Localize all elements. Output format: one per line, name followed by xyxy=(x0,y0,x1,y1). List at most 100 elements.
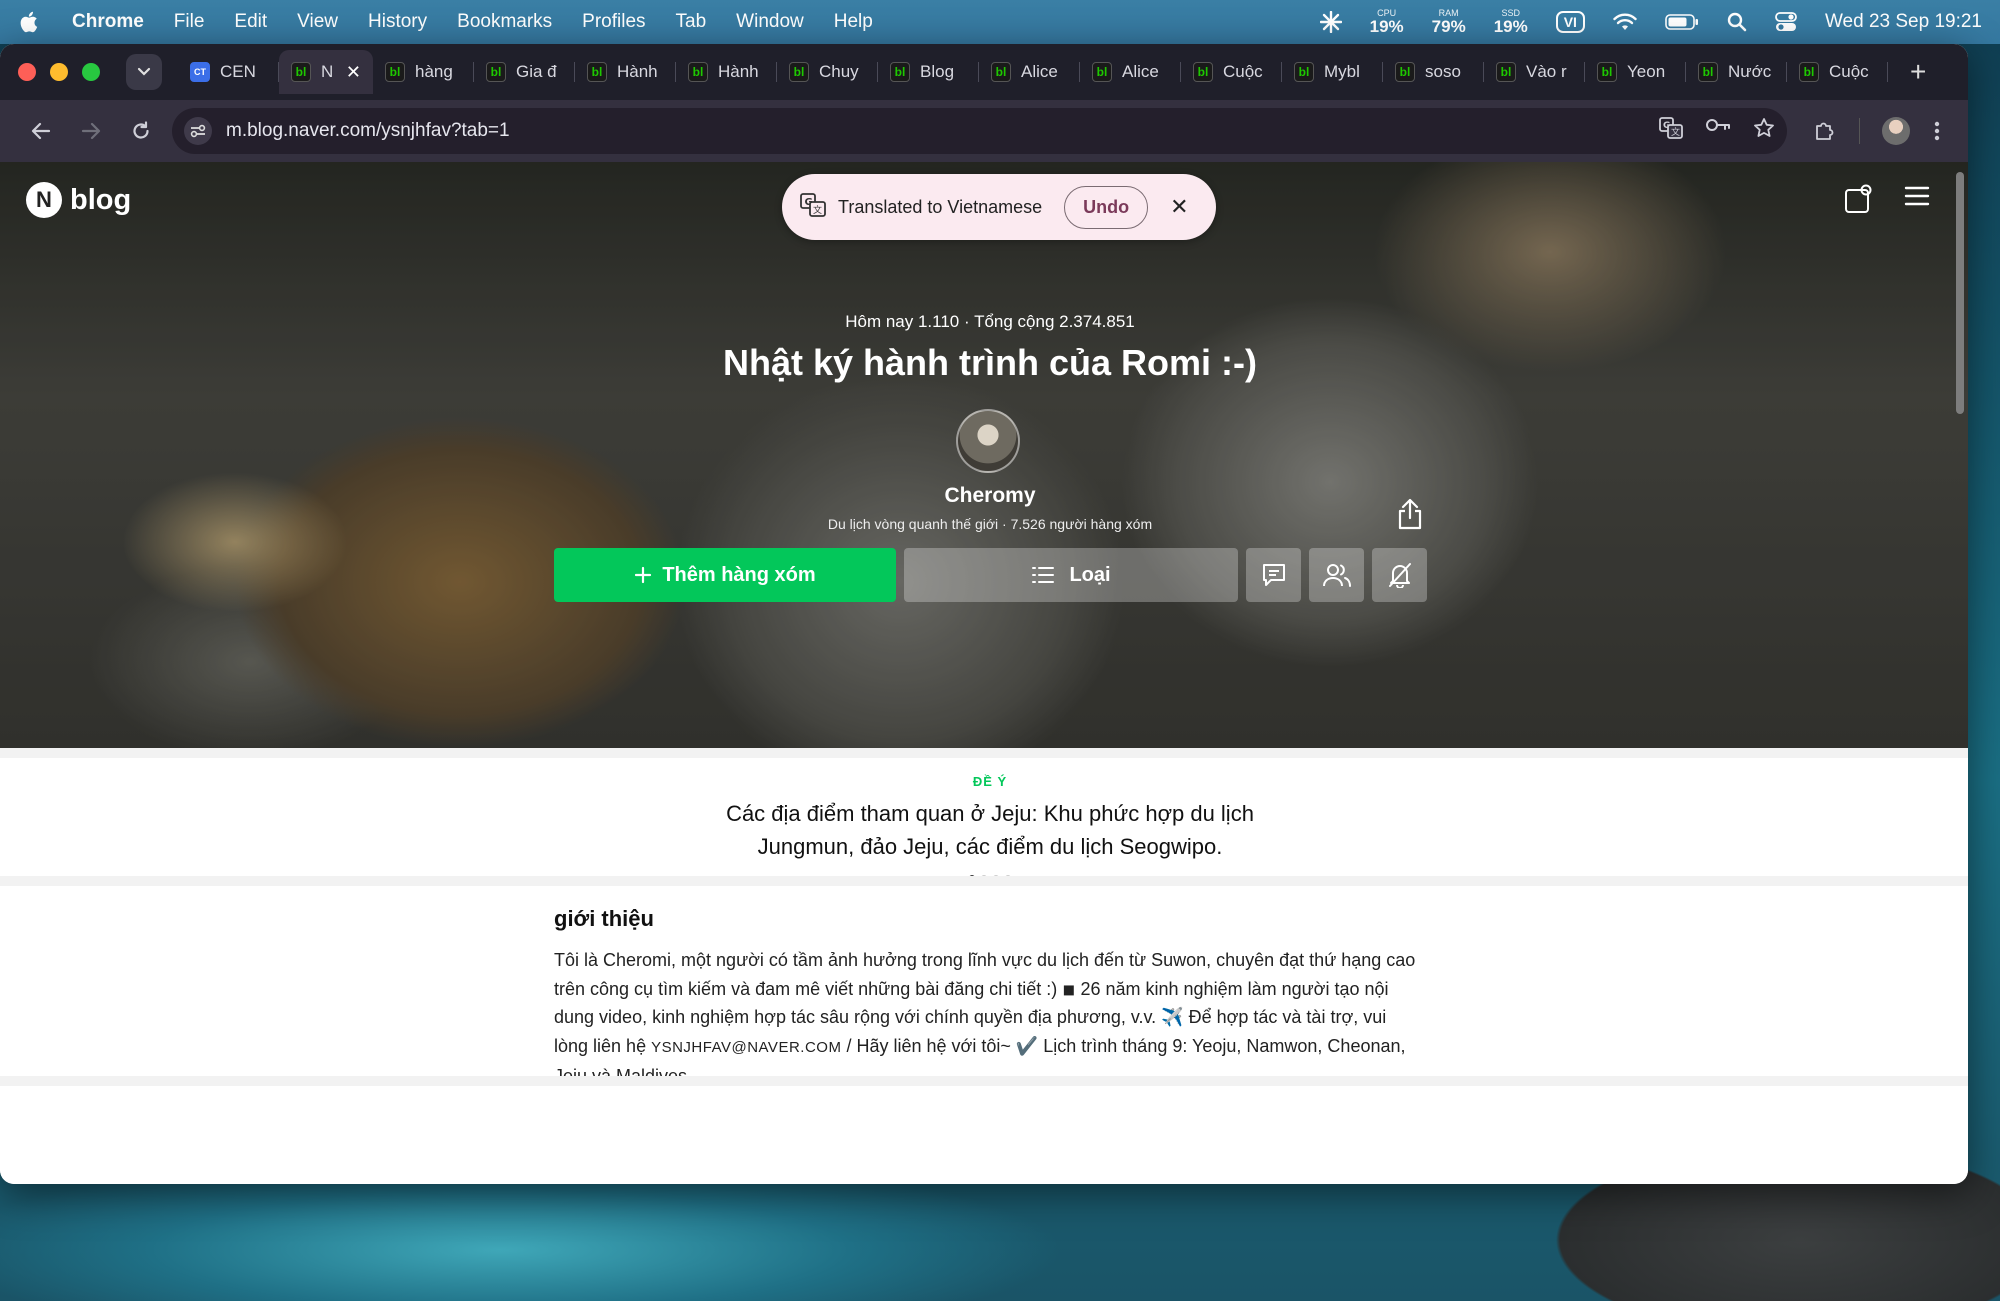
translate-icon[interactable]: G文 xyxy=(1659,117,1683,145)
browser-tab[interactable]: bl Vào r xyxy=(1484,50,1585,94)
sparkle-icon[interactable] xyxy=(1319,11,1342,33)
profile-actions: Thêm hàng xóm Loại xyxy=(554,548,1427,602)
forward-button[interactable] xyxy=(66,111,116,151)
translate-popup-icon: G文 xyxy=(800,192,826,222)
ram-stat[interactable]: RAM 79% xyxy=(1431,9,1466,36)
naver-n-icon: N xyxy=(26,182,62,218)
naver-blog-logo[interactable]: N blog xyxy=(26,182,131,218)
browser-tab[interactable]: bl Nước xyxy=(1686,50,1787,94)
tab-title: Alice xyxy=(1122,62,1159,81)
arrow-right-icon xyxy=(81,122,101,140)
browser-tab[interactable]: bl Yeon xyxy=(1585,50,1686,94)
section-divider xyxy=(0,748,1968,758)
menu-app-name[interactable]: Chrome xyxy=(72,11,144,33)
section-divider xyxy=(0,1076,1968,1086)
tab-title: CEN xyxy=(220,62,256,81)
tab-close-icon[interactable]: ✕ xyxy=(346,62,361,83)
new-tab-button[interactable]: + xyxy=(1910,56,1926,88)
browser-tab[interactable]: bl Hành xyxy=(676,50,777,94)
visitor-stats: Hôm nay 1.110 · Tổng cộng 2.374.851 xyxy=(845,312,1135,331)
back-button[interactable] xyxy=(16,111,66,151)
menu-tab[interactable]: Tab xyxy=(676,11,707,33)
password-key-icon[interactable] xyxy=(1705,117,1731,145)
menu-bookmarks[interactable]: Bookmarks xyxy=(457,11,552,33)
browser-tab[interactable]: bl Cuộc xyxy=(1787,50,1888,94)
spotlight-search-icon[interactable] xyxy=(1727,12,1747,32)
menu-window[interactable]: Window xyxy=(736,11,804,33)
category-button[interactable]: Loại xyxy=(904,548,1238,602)
ram-value: 79% xyxy=(1431,17,1466,36)
share-icon[interactable] xyxy=(1396,498,1424,535)
browser-tab[interactable]: bl Blog xyxy=(878,50,979,94)
tab-title: Gia đ xyxy=(516,62,557,81)
notification-off-button[interactable] xyxy=(1372,548,1427,602)
minimize-window-button[interactable] xyxy=(50,63,68,81)
menu-profiles[interactable]: Profiles xyxy=(582,11,645,33)
hamburger-menu-icon[interactable] xyxy=(1904,184,1930,219)
menu-help[interactable]: Help xyxy=(834,11,873,33)
menu-history[interactable]: History xyxy=(368,11,427,33)
browser-tab[interactable]: bl Hành xyxy=(575,50,676,94)
extensions-puzzle-icon[interactable] xyxy=(1813,119,1837,143)
tab-strip: CT CEN bl N ✕ bl hàng bl Gia đ bl Hành bl Hành bl Chuy… xyxy=(0,44,1968,100)
site-info-icon[interactable] xyxy=(184,117,212,145)
tab-favicon-icon: bl xyxy=(1799,62,1819,82)
translate-status-text: Translated to Vietnamese xyxy=(838,196,1043,217)
cpu-stat[interactable]: CPU 19% xyxy=(1370,8,1404,36)
browser-tab[interactable]: bl Alice xyxy=(1080,50,1181,94)
page-scrollbar[interactable] xyxy=(1956,172,1964,414)
ssd-value: 19% xyxy=(1493,17,1528,36)
undo-translate-button[interactable]: Undo xyxy=(1064,185,1149,229)
cpu-label: CPU xyxy=(1377,8,1397,18)
browser-tab[interactable]: bl Gia đ xyxy=(474,50,575,94)
my-news-icon[interactable] xyxy=(1844,184,1874,219)
address-bar[interactable]: m.blog.naver.com/ysnjhfav?tab=1 G文 xyxy=(172,108,1787,154)
browser-tab[interactable]: bl Cuộc xyxy=(1181,50,1282,94)
intro-text: Tôi là Cheromi, một người có tầm ảnh hưở… xyxy=(554,946,1424,1091)
menubar-clock[interactable]: Wed 23 Sep 19:21 xyxy=(1825,11,1982,33)
battery-icon[interactable] xyxy=(1665,14,1699,30)
tab-favicon-icon: bl xyxy=(1496,62,1516,82)
reload-button[interactable] xyxy=(116,111,166,151)
blog-title: Nhật ký hành trình của Romi :-) xyxy=(722,342,1258,383)
ssd-label: SSD xyxy=(1501,8,1520,18)
blogger-nickname[interactable]: Cheromy xyxy=(0,484,1968,508)
bookmark-star-icon[interactable] xyxy=(1753,117,1775,145)
contact-email[interactable]: YSNJHFAV@NAVER.COM xyxy=(651,1039,841,1056)
add-neighbor-button[interactable]: Thêm hàng xóm xyxy=(554,548,896,602)
browser-tab[interactable]: bl Alice xyxy=(979,50,1080,94)
wifi-icon[interactable] xyxy=(1613,13,1637,31)
browser-tab[interactable]: bl Chuy xyxy=(777,50,878,94)
window-controls xyxy=(18,63,100,81)
browser-tab[interactable]: bl soso xyxy=(1383,50,1484,94)
profile-avatar-large[interactable] xyxy=(956,409,1020,473)
featured-title[interactable]: Các địa điểm tham quan ở Jeju: Khu phức … xyxy=(0,797,1968,863)
input-source-badge[interactable]: VI xyxy=(1555,11,1585,33)
apple-icon[interactable] xyxy=(18,11,38,33)
menu-view[interactable]: View xyxy=(297,11,338,33)
plus-icon xyxy=(635,566,652,584)
close-window-button[interactable] xyxy=(18,63,36,81)
intro-section: giới thiệu Tôi là Cheromi, một người có … xyxy=(554,886,1424,1091)
browser-tab[interactable]: CT CEN xyxy=(178,50,279,94)
browser-tab[interactable]: bl N ✕ xyxy=(279,50,373,94)
bell-off-icon xyxy=(1388,563,1411,588)
guestbook-button[interactable] xyxy=(1246,548,1301,602)
ssd-stat[interactable]: SSD 19% xyxy=(1493,8,1528,36)
browser-tab[interactable]: bl Mybl xyxy=(1282,50,1383,94)
more-menu-icon[interactable] xyxy=(1934,121,1940,141)
featured-post[interactable]: ĐỀ Ý Các địa điểm tham quan ở Jeju: Khu … xyxy=(0,758,1968,881)
tab-search-button[interactable] xyxy=(126,54,162,90)
tab-favicon-icon: bl xyxy=(890,62,910,82)
menu-edit[interactable]: Edit xyxy=(234,11,267,33)
menu-file[interactable]: File xyxy=(174,11,205,33)
tab-title: Nước xyxy=(1728,62,1772,81)
maximize-window-button[interactable] xyxy=(82,63,100,81)
neighbors-button[interactable] xyxy=(1309,548,1364,602)
browser-tab[interactable]: bl hàng xyxy=(373,50,474,94)
control-center-icon[interactable] xyxy=(1775,12,1797,32)
tab-favicon-icon: bl xyxy=(688,62,708,82)
profile-avatar[interactable] xyxy=(1882,117,1910,145)
list-icon xyxy=(1032,567,1055,583)
close-icon[interactable]: ✕ xyxy=(1170,194,1188,220)
